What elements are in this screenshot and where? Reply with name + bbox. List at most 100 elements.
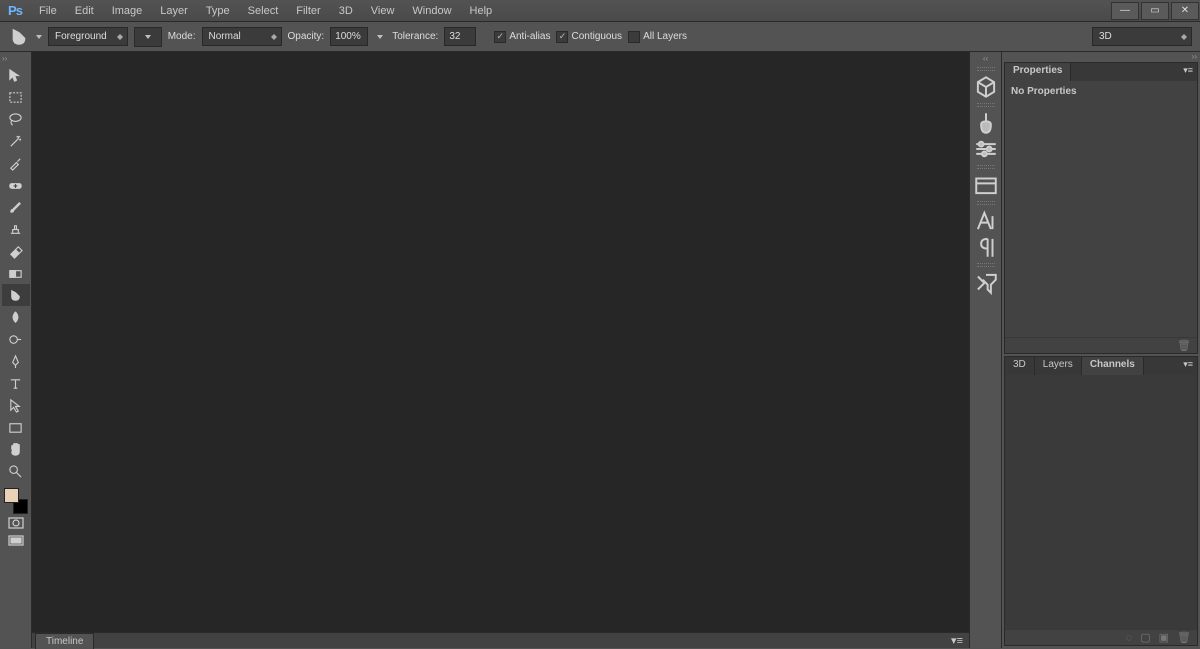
save-selection-icon[interactable]: ▢ (1140, 631, 1150, 644)
magic-wand-tool[interactable] (2, 130, 30, 152)
all-layers-checkbox[interactable]: All Layers (628, 30, 687, 42)
opacity-dropdown-icon[interactable] (374, 27, 386, 47)
dock-paragraph-panel-icon[interactable] (973, 236, 999, 258)
main-area: ›› Timeline ▾≡ ‹‹ (0, 52, 1200, 648)
timeline-menu-icon[interactable]: ▾≡ (951, 634, 963, 647)
timeline-panel-bar: Timeline ▾≡ (32, 632, 969, 648)
fill-source-select[interactable]: Foreground (48, 27, 128, 46)
dock-styles-panel-icon[interactable] (973, 174, 999, 196)
load-selection-icon[interactable]: ◌ (1126, 632, 1133, 644)
tab-layers[interactable]: Layers (1035, 357, 1082, 375)
properties-menu-icon[interactable]: ▾≡ (1179, 63, 1197, 81)
menu-3d[interactable]: 3D (330, 2, 362, 20)
layers-panel-group: 3D Layers Channels ▾≡ ◌ ▢ ▣ 🗑 (1004, 356, 1198, 646)
menu-image[interactable]: Image (103, 2, 152, 20)
paint-bucket-tool[interactable] (2, 284, 30, 306)
dock-grip-icon[interactable] (977, 201, 995, 205)
layers-menu-icon[interactable]: ▾≡ (1179, 357, 1197, 375)
dock-grip-icon[interactable] (977, 263, 995, 267)
properties-tab[interactable]: Properties (1005, 63, 1071, 81)
menu-help[interactable]: Help (461, 2, 502, 20)
new-channel-icon[interactable]: ▣ (1159, 631, 1169, 644)
window-controls: — ▭ ✕ (1110, 0, 1200, 22)
pen-tool[interactable] (2, 350, 30, 372)
healing-brush-tool[interactable] (2, 174, 30, 196)
dock-grip-icon[interactable] (977, 67, 995, 71)
menu-window[interactable]: Window (403, 2, 460, 20)
properties-body-text: No Properties (1005, 81, 1197, 337)
timeline-tab[interactable]: Timeline (35, 633, 94, 649)
path-selection-tool[interactable] (2, 394, 30, 416)
lasso-tool[interactable] (2, 108, 30, 130)
dock-grip-icon[interactable] (977, 103, 995, 107)
dock-brush-panel-icon[interactable] (973, 112, 999, 134)
screen-mode-toggle[interactable] (2, 532, 30, 550)
dodge-tool[interactable] (2, 328, 30, 350)
hand-tool[interactable] (2, 438, 30, 460)
workspace-select[interactable]: 3D (1092, 27, 1192, 46)
delete-channel-icon[interactable]: 🗑 (1177, 631, 1191, 644)
tab-channels[interactable]: Channels (1082, 357, 1144, 375)
current-tool-icon[interactable] (8, 27, 30, 47)
antialias-checkbox[interactable]: ✓Anti-alias (494, 30, 550, 42)
color-swatches[interactable] (2, 488, 30, 514)
tab-3d[interactable]: 3D (1005, 357, 1035, 375)
title-bar: Ps File Edit Image Layer Type Select Fil… (0, 0, 1200, 22)
rectangle-tool[interactable] (2, 416, 30, 438)
menu-select[interactable]: Select (239, 2, 288, 20)
properties-tabs: Properties ▾≡ (1005, 63, 1197, 81)
opacity-input[interactable]: 100% (330, 27, 368, 46)
eyedropper-tool[interactable] (2, 152, 30, 174)
close-button[interactable]: ✕ (1171, 2, 1199, 20)
tool-preset-dropdown-icon[interactable] (36, 35, 42, 39)
panels-collapse-icon[interactable]: ›› (1002, 52, 1200, 62)
dock-tool-presets-icon[interactable] (973, 272, 999, 294)
toolbox: ›› (0, 52, 32, 648)
move-tool[interactable] (2, 64, 30, 86)
quick-mask-toggle[interactable] (2, 514, 30, 532)
type-tool[interactable] (2, 372, 30, 394)
channels-body (1005, 375, 1197, 629)
dock-character-panel-icon[interactable] (973, 210, 999, 232)
maximize-button[interactable]: ▭ (1141, 2, 1169, 20)
channels-footer: ◌ ▢ ▣ 🗑 (1005, 629, 1197, 645)
trash-icon[interactable]: 🗑 (1177, 339, 1191, 352)
contiguous-checkbox[interactable]: ✓Contiguous (556, 30, 622, 42)
pattern-swatch[interactable] (134, 27, 162, 47)
marquee-tool[interactable] (2, 86, 30, 108)
properties-panel: Properties ▾≡ No Properties 🗑 (1004, 62, 1198, 354)
gradient-tool[interactable] (2, 262, 30, 284)
menu-layer[interactable]: Layer (151, 2, 197, 20)
clone-stamp-tool[interactable] (2, 218, 30, 240)
dock-expand-icon[interactable]: ‹‹ (970, 54, 1001, 64)
main-menu-bar: File Edit Image Layer Type Select Filter… (30, 2, 501, 20)
blur-tool[interactable] (2, 306, 30, 328)
menu-filter[interactable]: Filter (287, 2, 329, 20)
brush-tool[interactable] (2, 196, 30, 218)
canvas-area: Timeline ▾≡ (32, 52, 970, 648)
blend-mode-value: Normal (209, 31, 241, 42)
menu-view[interactable]: View (362, 2, 404, 20)
blend-mode-select[interactable]: Normal (202, 27, 282, 46)
toolbox-expand-icon[interactable]: ›› (0, 54, 10, 64)
minimize-button[interactable]: — (1111, 2, 1139, 20)
dock-3d-panel-icon[interactable] (973, 76, 999, 98)
fill-source-value: Foreground (55, 31, 107, 42)
mode-label: Mode: (168, 31, 196, 42)
menu-edit[interactable]: Edit (66, 2, 103, 20)
collapsed-panel-dock: ‹‹ (970, 52, 1002, 648)
menu-type[interactable]: Type (197, 2, 239, 20)
tolerance-input[interactable]: 32 (444, 27, 476, 46)
workspace-value: 3D (1099, 31, 1112, 42)
app-logo: Ps (0, 0, 30, 22)
document-canvas[interactable] (32, 52, 969, 632)
dock-adjustments-panel-icon[interactable] (973, 138, 999, 160)
panels-column: ›› Properties ▾≡ No Properties 🗑 3D Laye… (1002, 52, 1200, 648)
tool-options-bar: Foreground Mode: Normal Opacity: 100% To… (0, 22, 1200, 52)
properties-footer: 🗑 (1005, 337, 1197, 353)
foreground-swatch[interactable] (4, 488, 19, 503)
dock-grip-icon[interactable] (977, 165, 995, 169)
menu-file[interactable]: File (30, 2, 66, 20)
eraser-tool[interactable] (2, 240, 30, 262)
zoom-tool[interactable] (2, 460, 30, 482)
